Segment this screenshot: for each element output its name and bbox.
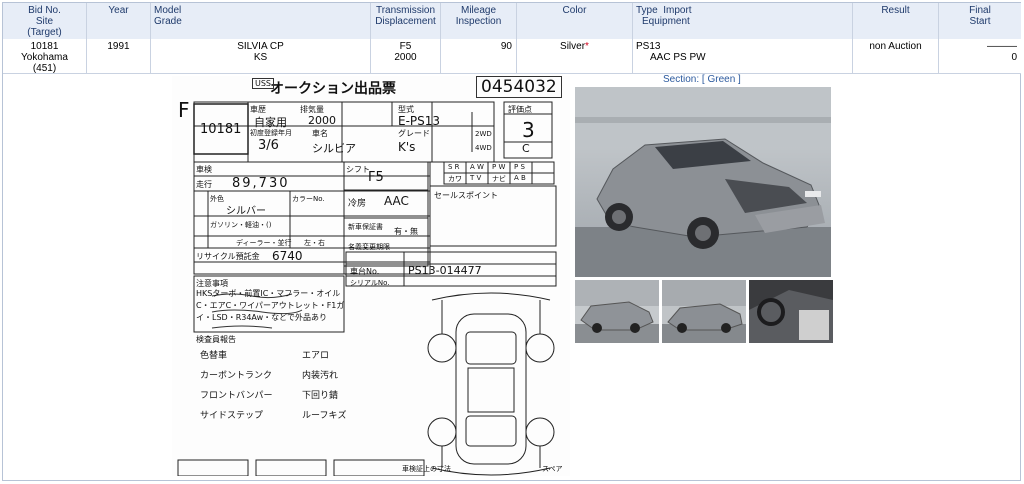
header-type-equipment: Type Import Equipment [633, 3, 853, 39]
uss-logo: USS [252, 78, 275, 89]
side-letter: F [178, 98, 190, 122]
target-value: (451) [32, 63, 57, 74]
header-bid-no: Bid No. [28, 5, 61, 16]
recycle-value: 6740 [272, 249, 303, 263]
inspector-item-2: カーボントランク [200, 371, 273, 381]
header-year: Year [87, 3, 151, 39]
car-main-photo[interactable] [575, 87, 831, 277]
inspector-item-7: 下回り錆 [302, 391, 339, 401]
inspector-item-5: エアロ [302, 351, 330, 361]
header-model-grade: Model Grade [151, 3, 371, 39]
thumb-car-side[interactable] [662, 280, 746, 343]
cell-transmission: F5 2000 [371, 39, 441, 73]
mileage-value: 89,730 [232, 176, 290, 191]
cell-type-equipment: PS13 AAC PS PW [633, 39, 853, 73]
header-bid-site: Bid No. Site (Target) [3, 3, 87, 39]
site-value: Yokohama [21, 52, 68, 63]
cell-result: non Auction [853, 39, 939, 73]
cell-year: 1991 [87, 39, 151, 73]
shift-value: F5 [368, 170, 384, 185]
cell-bid-site: 10181 Yokohama (451) [3, 39, 87, 74]
car-name-value: シルビア [312, 142, 356, 155]
table-row[interactable]: 10181 Yokohama (451) 1991 SILVIA CP KS F… [3, 39, 1021, 74]
model-value: E-PS13 [398, 114, 441, 128]
header-target: (Target) [27, 27, 62, 38]
interior-score: C [522, 142, 530, 155]
header-transmission: Transmission Displacement [371, 3, 441, 39]
cell-mileage: 90 [441, 39, 517, 73]
lot-number: 10181 [200, 122, 242, 137]
header-color: Color [517, 3, 633, 39]
color-value: シルバー [226, 206, 266, 217]
thumb-car-side-art [662, 280, 746, 343]
handwritten-number: 0454032 [476, 76, 562, 98]
inspector-item-3: フロントバンパー [200, 391, 273, 401]
header-final-start: Final Start [969, 5, 991, 27]
section-label: Section: [ Green ] [663, 74, 741, 85]
sheet-title: オークション出品票 [270, 81, 396, 97]
thumb-car-interior[interactable] [749, 280, 833, 343]
bid-no-value: 10181 [30, 41, 59, 52]
auction-sheet-image[interactable]: オークション出品票 USS 0454032 F 10181 車歴 自家用 排気量… [172, 76, 570, 476]
chassis-value: PS13-014477 [408, 264, 482, 277]
thumb-car-front-art [575, 280, 659, 343]
car-main-photo-art [575, 87, 831, 277]
inspector-item-8: ルーフキズ [302, 411, 347, 421]
thumb-car-interior-art [749, 280, 833, 343]
header-result: Result [853, 3, 939, 39]
table-header: Bid No. Site (Target) Year Model Grade T… [3, 3, 1021, 40]
first-reg-value: 3/6 [258, 138, 279, 153]
grade-value: K's [398, 140, 416, 154]
header-mileage: Mileage Inspection [441, 3, 517, 39]
inspector-item-4: サイドステップ [200, 411, 264, 421]
cell-model-grade: SILVIA CP KS [151, 39, 371, 73]
cell-color: Silver* [517, 39, 633, 73]
notes-value: HKSターボ・前置IC・マフラー・オイルC・エアC・ワイパーアウトレット・F1ガ… [196, 289, 345, 322]
color-asterisk: * [585, 41, 589, 52]
header-site: Site [35, 16, 54, 27]
thumb-car-front[interactable] [575, 280, 659, 343]
displacement-value: 2000 [308, 114, 336, 127]
inspector-item-6: 内装汚れ [302, 371, 339, 381]
cell-final-start: ——— 0 [987, 41, 1017, 63]
grade-score: 3 [522, 118, 535, 142]
inspector-item-1: 色替車 [200, 351, 228, 361]
ac-value: AAC [384, 194, 409, 208]
